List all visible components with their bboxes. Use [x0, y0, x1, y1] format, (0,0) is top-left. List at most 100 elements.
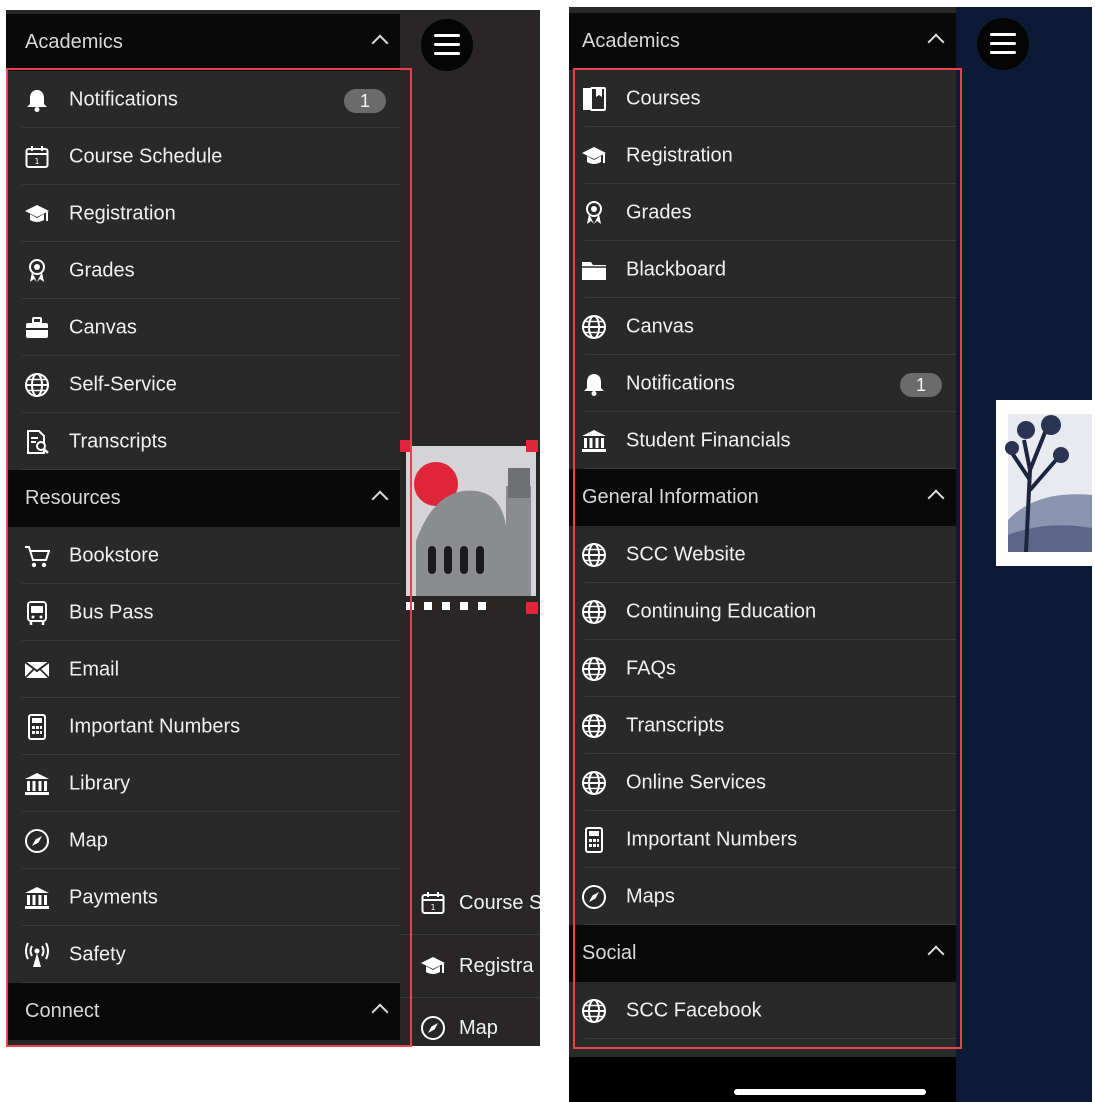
bell-icon: [581, 371, 607, 397]
background-list-item[interactable]: 1 Course S: [400, 872, 540, 935]
award-ribbon-icon: [581, 200, 607, 226]
background-list-item[interactable]: Map: [400, 997, 540, 1046]
menu-item-library[interactable]: Library: [6, 755, 400, 812]
menu-item-label: Self-Service: [69, 373, 177, 395]
calculator-icon: [24, 714, 50, 740]
section-header-academics[interactable]: Academics: [6, 14, 400, 71]
menu-item-map[interactable]: Map: [6, 812, 400, 869]
background-list-item[interactable]: Registra: [400, 935, 540, 998]
menu-item-important-numbers[interactable]: Important Numbers: [569, 811, 956, 868]
globe-icon: [581, 998, 607, 1024]
briefcase-icon: [24, 315, 50, 341]
book-icon: [581, 86, 607, 112]
menu-item-grades[interactable]: Grades: [569, 184, 956, 241]
section-header-general-information[interactable]: General Information: [569, 469, 956, 526]
menu-item-self-service[interactable]: Self-Service: [6, 356, 400, 413]
menu-item-label: Registration: [69, 202, 176, 224]
section-header-academics[interactable]: Academics: [569, 13, 956, 70]
menu-item-scc-facebook[interactable]: SCC Facebook: [569, 982, 956, 1039]
menu-item-courses[interactable]: Courses: [569, 70, 956, 127]
bell-icon: [24, 87, 50, 113]
section-title: Academics: [582, 30, 680, 52]
folder-icon: [581, 257, 607, 283]
menu-item-label: Course Schedule: [69, 145, 223, 167]
menu-item-label: Notifications: [69, 88, 178, 110]
graduation-cap-icon: [581, 143, 607, 169]
menu-item-registration[interactable]: Registration: [569, 127, 956, 184]
notification-count-badge: 1: [344, 89, 386, 113]
menu-item-canvas[interactable]: Canvas: [569, 298, 956, 355]
menu-item-safety[interactable]: Safety: [6, 926, 400, 983]
menu-item-faqs[interactable]: FAQs: [569, 640, 956, 697]
calendar-icon: 1: [420, 890, 446, 916]
tree-logo-image: [996, 400, 1092, 566]
menu-item-canvas[interactable]: Canvas: [6, 299, 400, 356]
menu-item-label: Payments: [69, 886, 158, 908]
menu-item-blackboard[interactable]: Blackboard: [569, 241, 956, 298]
menu-item-label: Transcripts: [626, 714, 725, 736]
menu-item-notifications[interactable]: Notifications 1: [6, 71, 400, 128]
globe-icon: [581, 713, 607, 739]
globe-icon: [581, 599, 607, 625]
compass-icon: [581, 884, 607, 910]
chevron-up-icon[interactable]: [371, 34, 389, 51]
left-phone-screen: Academics Notifications 1 1 Course Schedule R…: [6, 10, 540, 1046]
graduation-cap-icon: [24, 201, 50, 227]
home-indicator[interactable]: [734, 1089, 926, 1095]
menu-item-transcripts[interactable]: Transcripts: [569, 697, 956, 754]
globe-icon: [581, 542, 607, 568]
menu-item-maps[interactable]: Maps: [569, 868, 956, 925]
selection-handle: [526, 440, 538, 452]
menu-button[interactable]: [421, 19, 473, 71]
award-ribbon-icon: [24, 258, 50, 284]
svg-text:1: 1: [34, 157, 39, 166]
building-columns-icon: [24, 885, 50, 911]
chevron-up-icon[interactable]: [371, 490, 389, 507]
menu-item-label: Registration: [626, 144, 733, 166]
calculator-icon: [581, 827, 607, 853]
menu-item-label: Important Numbers: [69, 715, 241, 737]
menu-item-label: Grades: [626, 201, 692, 223]
menu-item-label: FAQs: [626, 657, 677, 679]
menu-item-online-services[interactable]: Online Services: [569, 754, 956, 811]
menu-item-label: Grades: [69, 259, 135, 281]
menu-item-email[interactable]: Email: [6, 641, 400, 698]
menu-item-transcripts[interactable]: Transcripts: [6, 413, 400, 470]
menu-item-continuing-education[interactable]: Continuing Education: [569, 583, 956, 640]
menu-item-label: Maps: [626, 885, 675, 907]
chevron-up-icon[interactable]: [927, 33, 945, 50]
menu-item-label: Notifications: [626, 372, 735, 394]
graduation-cap-icon: [420, 953, 446, 979]
menu-button[interactable]: [977, 18, 1029, 70]
menu-item-registration[interactable]: Registration: [6, 185, 400, 242]
section-header-social[interactable]: Social: [569, 925, 956, 982]
divider: [585, 1038, 956, 1039]
section-header-connect[interactable]: Connect: [6, 983, 400, 1040]
section-header-resources[interactable]: Resources: [6, 470, 400, 527]
menu-item-label: Blackboard: [626, 258, 727, 280]
menu-item-bus-pass[interactable]: Bus Pass: [6, 584, 400, 641]
navigation-drawer: Academics Notifications 1 1 Course Schedule R…: [6, 10, 400, 1046]
compass-icon: [24, 828, 50, 854]
background-list-item-label: Registra: [459, 954, 534, 977]
menu-item-student-financials[interactable]: Student Financials: [569, 412, 956, 469]
envelope-icon: [24, 657, 50, 683]
menu-item-label: Map: [69, 829, 108, 851]
menu-item-important-numbers[interactable]: Important Numbers: [6, 698, 400, 755]
menu-item-notifications[interactable]: Notifications 1: [569, 355, 956, 412]
menu-item-course-schedule[interactable]: 1 Course Schedule: [6, 128, 400, 185]
section-title: General Information: [582, 486, 759, 508]
menu-item-scc-website[interactable]: SCC Website: [569, 526, 956, 583]
right-phone-screen: Academics Courses Registration Grades Blackb…: [569, 7, 1092, 1102]
menu-item-bookstore[interactable]: Bookstore: [6, 527, 400, 584]
menu-item-label: Canvas: [69, 316, 137, 338]
menu-item-label: Canvas: [626, 315, 694, 337]
chevron-up-icon[interactable]: [371, 1003, 389, 1020]
menu-item-grades[interactable]: Grades: [6, 242, 400, 299]
chevron-up-icon[interactable]: [927, 945, 945, 962]
menu-item-label: Continuing Education: [626, 600, 817, 622]
menu-item-payments[interactable]: Payments: [6, 869, 400, 926]
menu-item-label: Library: [69, 772, 131, 794]
menu-item-label: Safety: [69, 943, 126, 965]
chevron-up-icon[interactable]: [927, 489, 945, 506]
